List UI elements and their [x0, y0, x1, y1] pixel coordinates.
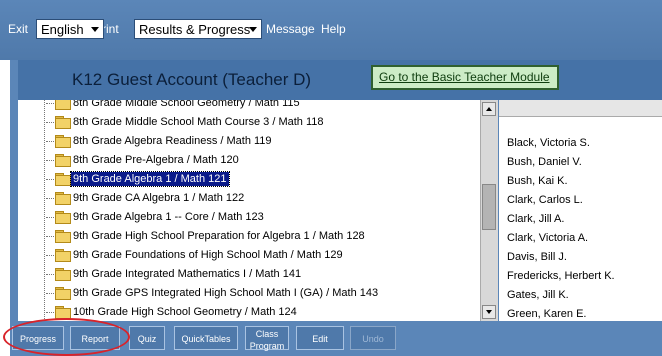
student-name[interactable]: Clark, Victoria A.: [507, 232, 588, 244]
tree-item[interactable]: 8th Grade Pre-Algebra / Math 120: [18, 151, 480, 170]
tree-item[interactable]: 9th Grade CA Algebra 1 / Math 122: [18, 189, 480, 208]
tree-item[interactable]: 9th Grade Integrated Mathematics I / Mat…: [18, 265, 480, 284]
folder-icon: [55, 230, 71, 243]
course-tree-scrollbar[interactable]: [480, 100, 498, 321]
arrow-down-icon: [486, 310, 492, 314]
language-value: English: [41, 22, 84, 37]
student-name[interactable]: Fredericks, Herbert K.: [507, 270, 615, 282]
folder-icon: [55, 306, 71, 319]
student-name[interactable]: Bush, Kai K.: [507, 175, 568, 187]
folder-icon: [55, 135, 71, 148]
course-tree: 8th Grade Middle School Geometry / Math …: [18, 100, 480, 321]
folder-icon: [55, 192, 71, 205]
tree-item[interactable]: 9th Grade GPS Integrated High School Mat…: [18, 284, 480, 303]
tree-item[interactable]: 9th Grade High School Preparation for Al…: [18, 227, 480, 246]
tree-item[interactable]: 9th Grade Foundations of High School Mat…: [18, 246, 480, 265]
edit-label: Edit: [312, 334, 328, 344]
folder-icon: [55, 249, 71, 262]
student-name[interactable]: Davis, Bill J.: [507, 251, 567, 263]
help-link[interactable]: Help: [321, 22, 346, 36]
language-select[interactable]: English: [36, 19, 104, 39]
chevron-down-icon: [249, 27, 257, 32]
tree-item-label: 9th Grade Algebra 1 -- Core / Math 123: [73, 211, 264, 223]
folder-icon: [55, 287, 71, 300]
undo-button[interactable]: Undo: [350, 326, 396, 350]
tree-item[interactable]: 9th Grade Algebra 1 -- Core / Math 123: [18, 208, 480, 227]
student-name[interactable]: Clark, Carlos L.: [507, 194, 583, 206]
student-list: Black, Victoria S. Bush, Daniel V. Bush,…: [499, 100, 662, 321]
tree-item-label: 8th Grade Pre-Algebra / Math 120: [73, 154, 239, 166]
tree-item-selected[interactable]: 9th Grade Algebra 1 / Math 121: [18, 170, 480, 189]
tree-item-label: 8th Grade Algebra Readiness / Math 119: [73, 135, 272, 147]
arrow-up-icon: [486, 107, 492, 111]
folder-icon: [55, 211, 71, 224]
basic-teacher-module-button[interactable]: Go to the Basic Teacher Module: [371, 65, 559, 90]
class-program-label-1: Class: [255, 329, 279, 339]
message-link[interactable]: Message: [266, 22, 315, 36]
folder-icon: [55, 100, 71, 110]
tree-item-label: 8th Grade Middle School Math Course 3 / …: [73, 116, 324, 128]
quiz-button[interactable]: Quiz: [129, 326, 165, 350]
account-title: K12 Guest Account (Teacher D): [72, 70, 312, 89]
scroll-up-button[interactable]: [482, 102, 496, 116]
student-name[interactable]: Gates, Jill K.: [507, 289, 569, 301]
student-name[interactable]: Green, Karen E.: [507, 308, 587, 320]
quicktables-label: QuickTables: [181, 334, 231, 344]
tree-item-label: 10th Grade High School Geometry / Math 1…: [73, 306, 297, 318]
tree-item[interactable]: 8th Grade Middle School Math Course 3 / …: [18, 113, 480, 132]
student-name[interactable]: Clark, Jill A.: [507, 213, 564, 225]
folder-icon: [55, 154, 71, 167]
print-value: Results & Progress: [139, 22, 251, 37]
scroll-thumb[interactable]: [482, 184, 496, 230]
tree-item-label: 8th Grade Middle School Geometry / Math …: [73, 100, 300, 109]
student-list-header: [499, 100, 662, 117]
tree-item-label: 9th Grade CA Algebra 1 / Math 122: [73, 192, 245, 204]
tree-item-label: 9th Grade Integrated Mathematics I / Mat…: [73, 268, 302, 280]
student-name[interactable]: Bush, Daniel V.: [507, 156, 582, 168]
open-folder-icon: [55, 173, 71, 186]
student-name[interactable]: Black, Victoria S.: [507, 137, 590, 149]
quiz-label: Quiz: [137, 334, 157, 344]
folder-icon: [55, 116, 71, 129]
tree-item-label: 9th Grade GPS Integrated High School Mat…: [73, 287, 379, 299]
scroll-down-button[interactable]: [482, 305, 496, 319]
edit-button[interactable]: Edit: [296, 326, 344, 350]
chevron-down-icon: [91, 27, 99, 32]
class-program-label-2: Program: [249, 341, 285, 351]
print-select[interactable]: Results & Progress: [134, 19, 262, 39]
quicktables-button[interactable]: QuickTables: [174, 326, 238, 350]
tree-item[interactable]: 8th Grade Middle School Geometry / Math …: [18, 100, 480, 113]
tree-item-label: 9th Grade Algebra 1 / Math 121: [70, 171, 230, 187]
exit-link[interactable]: Exit: [8, 22, 28, 36]
undo-label: Undo: [362, 334, 384, 344]
tree-item-label: 9th Grade Foundations of High School Mat…: [73, 249, 343, 261]
tree-item[interactable]: 8th Grade Algebra Readiness / Math 119: [18, 132, 480, 151]
class-program-button[interactable]: Class Program: [245, 326, 289, 351]
highlight-annotation: [3, 318, 130, 356]
folder-icon: [55, 268, 71, 281]
tree-item-label: 9th Grade High School Preparation for Al…: [73, 230, 365, 242]
basic-teacher-module-label: Go to the Basic Teacher Module: [379, 70, 550, 84]
